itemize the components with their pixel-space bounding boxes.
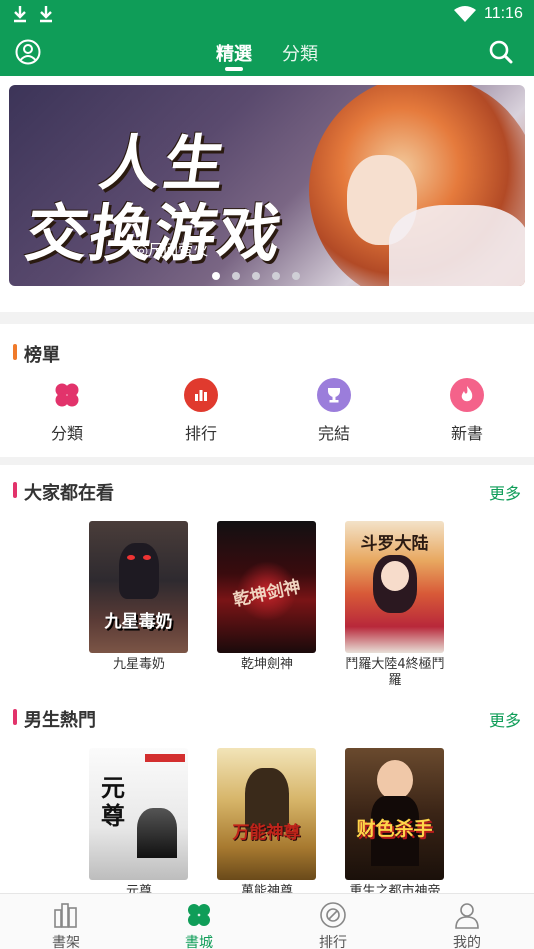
user-icon[interactable] [15, 39, 41, 65]
app-bar: 精選 分類 [0, 28, 534, 76]
clover-icon [188, 904, 210, 926]
book-title: 鬥羅大陸4終極鬥羅 [345, 657, 445, 688]
flame-icon [450, 378, 484, 412]
book-cover: 元尊 [89, 748, 188, 880]
book-cover: 斗罗大陆 [345, 521, 444, 653]
tab-featured[interactable]: 精選 [216, 40, 252, 66]
search-icon[interactable] [488, 39, 514, 65]
wifi-icon [454, 6, 476, 22]
banner-carousel[interactable]: 人生 交換游戏 ◎尺间萤火 [9, 85, 525, 286]
book-card[interactable]: 财色杀手 重生之都市神帝 [345, 748, 445, 900]
carousel-dot[interactable] [272, 272, 280, 280]
book-cover: 乾坤剑神 [217, 521, 316, 653]
book-card[interactable]: 万能神尊 萬能神尊 [217, 748, 317, 900]
book-cover: 九星毒奶 [89, 521, 188, 653]
book-card[interactable]: 元尊 元尊 [89, 748, 189, 900]
bar-chart-icon [184, 378, 218, 412]
book-card[interactable]: 九星毒奶 九星毒奶 [89, 521, 189, 673]
download-icon [14, 6, 26, 23]
trophy-icon [317, 378, 351, 412]
profile-icon [455, 903, 479, 929]
bottom-navigation: 書架 書城 排行 我的 [0, 893, 534, 949]
book-title: 乾坤劍神 [240, 657, 293, 672]
book-cover: 财色杀手 [345, 748, 444, 880]
carousel-dot[interactable] [212, 272, 220, 280]
carousel-dot[interactable] [232, 272, 240, 280]
divider [0, 312, 534, 324]
quick-new-books[interactable]: 新書 [427, 376, 507, 446]
section-title-male-hot: 男生熱門 [13, 706, 96, 732]
book-card[interactable]: 斗罗大陆 鬥羅大陸4終極鬥羅 [345, 521, 445, 689]
book-title: 九星毒奶 [112, 657, 165, 672]
quick-completed-label: 完結 [317, 424, 350, 443]
nav-bookshelf[interactable]: 書架 [31, 900, 101, 949]
more-link-male-hot[interactable]: 更多 [489, 707, 521, 731]
quick-new-books-label: 新書 [450, 424, 483, 443]
quick-category-label: 分類 [50, 424, 83, 443]
carousel-dot[interactable] [252, 272, 260, 280]
more-link-popular[interactable]: 更多 [489, 480, 521, 504]
book-cover: 万能神尊 [217, 748, 316, 880]
carousel-dot[interactable] [292, 272, 300, 280]
banner-author: ◎尺间萤火 [135, 241, 209, 259]
nav-profile[interactable]: 我的 [432, 900, 502, 949]
quick-ranking-label: 排行 [184, 424, 217, 443]
status-time: 11:16 [484, 5, 523, 22]
quick-completed[interactable]: 完結 [294, 376, 374, 446]
section-title-popular: 大家都在看 [13, 479, 114, 505]
tab-category[interactable]: 分類 [282, 40, 318, 66]
tab-indicator [225, 67, 243, 71]
ranking-icon [320, 902, 346, 928]
divider [0, 457, 534, 465]
nav-bookstore[interactable]: 書城 [164, 900, 234, 949]
book-card[interactable]: 乾坤剑神 乾坤劍神 [217, 521, 317, 673]
download-icon [40, 6, 52, 23]
status-bar: 11:16 [0, 0, 534, 28]
clover-icon [50, 378, 84, 412]
quick-category[interactable]: 分類 [27, 376, 107, 446]
section-title-ranking: 榜單 [13, 341, 60, 367]
nav-ranking[interactable]: 排行 [298, 900, 368, 949]
bookshelf-icon [54, 903, 77, 928]
quick-ranking[interactable]: 排行 [161, 376, 241, 446]
